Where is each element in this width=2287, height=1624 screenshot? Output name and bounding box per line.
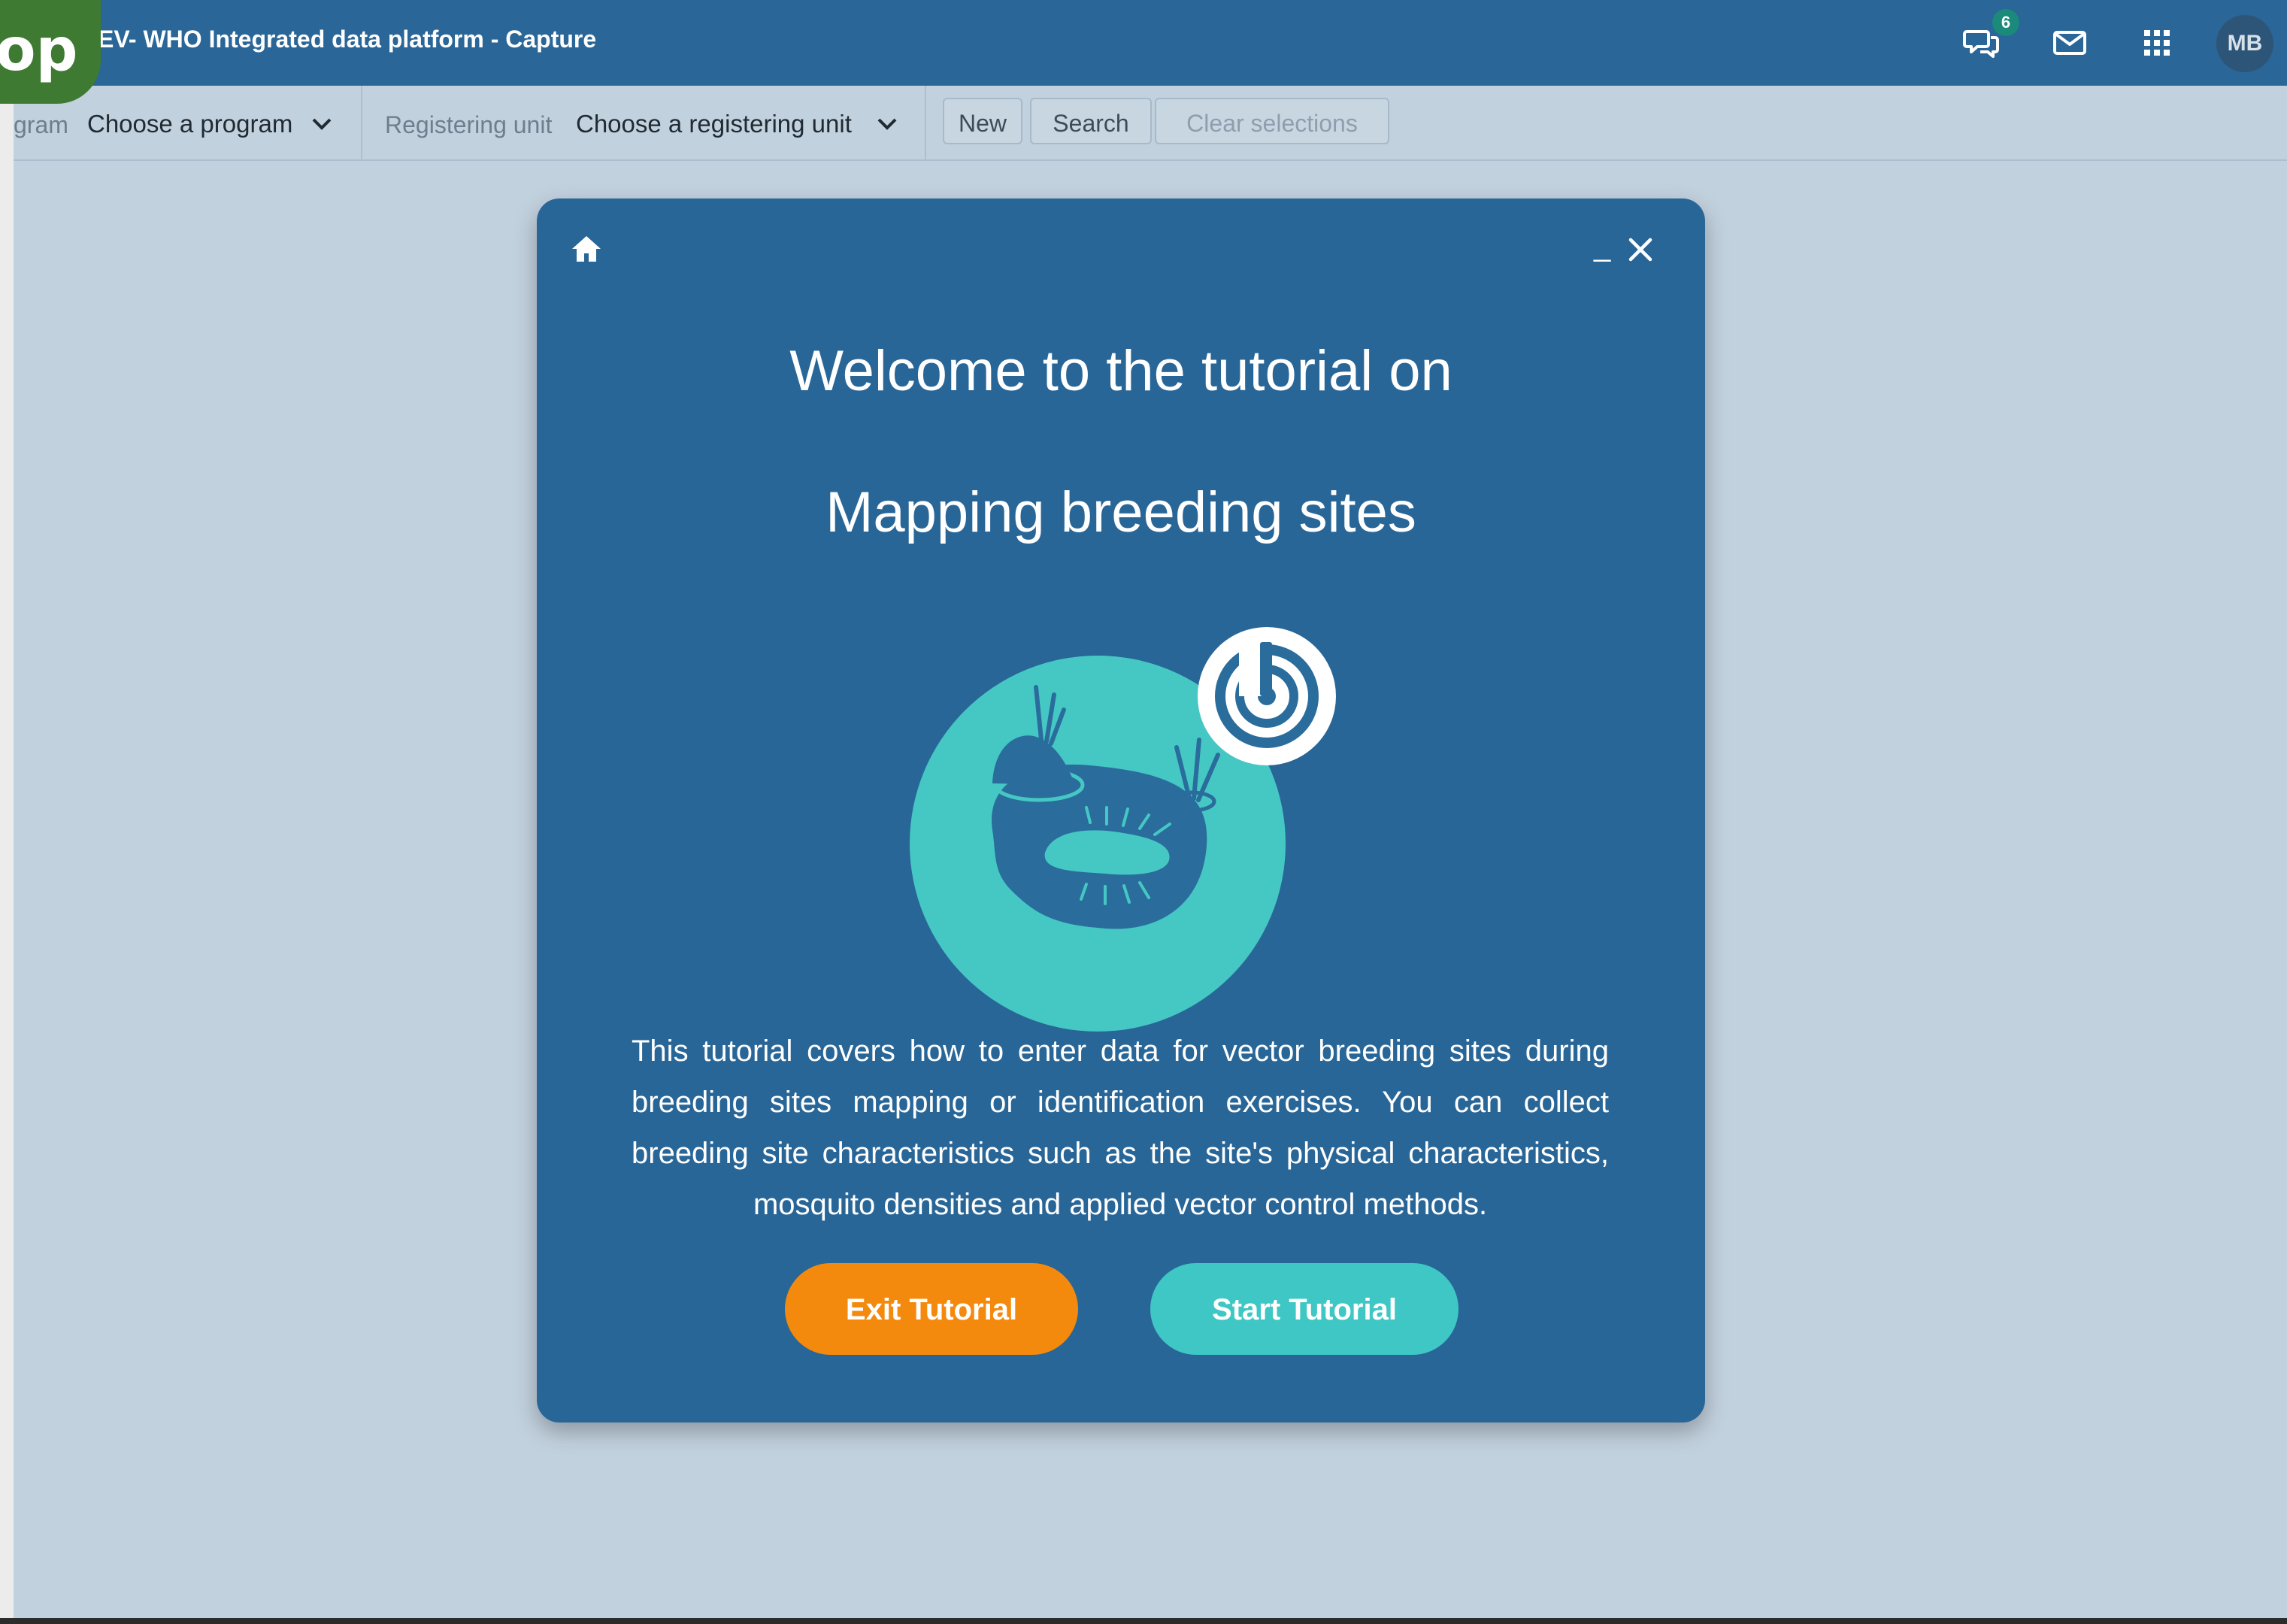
left-edge-strip: [0, 0, 14, 1624]
app-logo-badge: op: [0, 0, 101, 104]
program-select[interactable]: Choose a program: [87, 110, 292, 138]
modal-title-line2: Mapping breeding sites: [825, 480, 1416, 544]
exit-tutorial-button[interactable]: Exit Tutorial: [785, 1263, 1078, 1355]
bottom-border: [0, 1618, 2287, 1624]
registering-unit-select[interactable]: Choose a registering unit: [576, 110, 852, 138]
toolbar-divider: [925, 86, 926, 159]
tutorial-modal: _ Welcome to the tutorial on Mapping bre…: [537, 198, 1705, 1423]
selection-toolbar: gram Choose a program Registering unit C…: [14, 86, 2287, 161]
app-title: EV- WHO Integrated data platform - Captu…: [98, 26, 597, 53]
app-logo-text: op: [0, 17, 78, 84]
minimize-button[interactable]: _: [1594, 227, 1616, 265]
tutorial-description: This tutorial covers how to enter data f…: [632, 1035, 1609, 1221]
modal-title-line1: Welcome to the tutorial on: [789, 339, 1452, 403]
breeding-site-illustration: [910, 627, 1336, 1032]
apps-grid-icon[interactable]: [2135, 21, 2179, 65]
search-button[interactable]: Search: [1030, 98, 1152, 144]
registering-unit-label: Registering unit: [385, 111, 553, 138]
app-header: EV- WHO Integrated data platform - Captu…: [0, 0, 2287, 86]
start-tutorial-button[interactable]: Start Tutorial: [1150, 1263, 1459, 1355]
new-button[interactable]: New: [943, 98, 1022, 144]
registering-unit-chevron-down-icon[interactable]: [875, 116, 899, 132]
user-avatar[interactable]: MB: [2216, 15, 2273, 72]
toolbar-divider: [361, 86, 362, 159]
messages-icon[interactable]: [2048, 21, 2092, 65]
program-chevron-down-icon[interactable]: [310, 116, 334, 132]
close-icon[interactable]: [1627, 236, 1654, 263]
program-label: gram: [14, 111, 68, 138]
home-icon[interactable]: [568, 232, 604, 268]
interpretations-count-badge: 6: [1992, 9, 2019, 36]
clear-selections-button[interactable]: Clear selections: [1155, 98, 1389, 144]
